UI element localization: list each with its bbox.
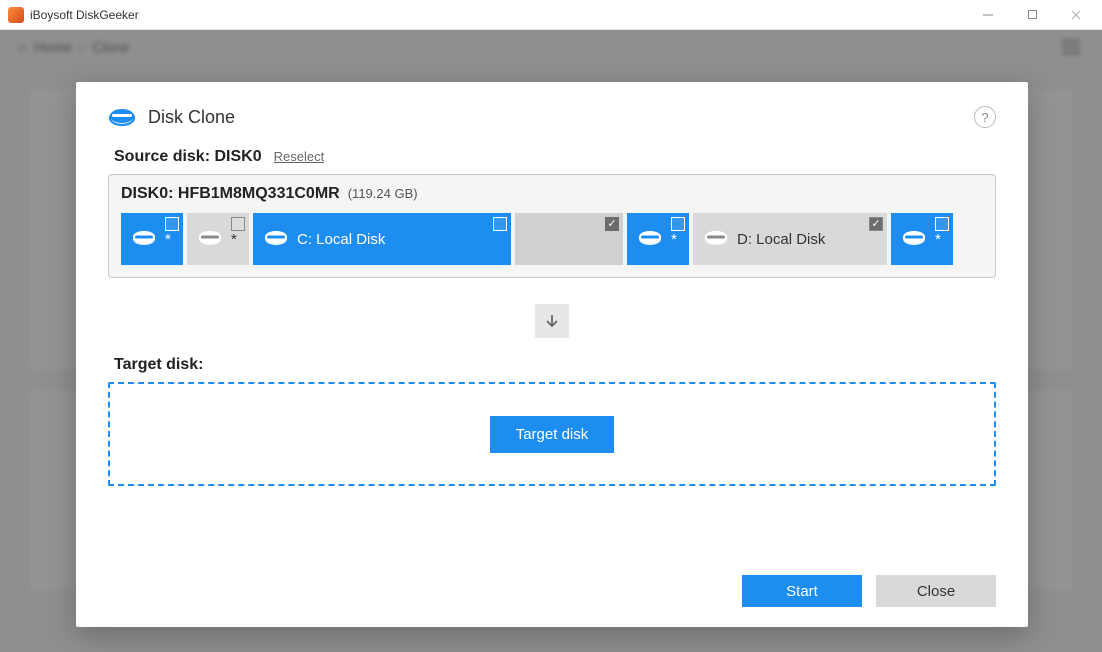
dialog-actions: Start Close [108,575,996,607]
help-button[interactable]: ? [974,106,996,128]
partition-checkbox[interactable] [231,217,245,231]
partition-label: *: [935,231,943,248]
drive-icon [637,227,663,251]
partition-label: *: [671,231,679,248]
partition-label: D: Local Disk [737,231,825,248]
partition-checkbox[interactable] [935,217,949,231]
arrow-down-icon [535,304,569,338]
titlebar-left: iBoysoft DiskGeeker [8,7,139,23]
target-disk-dropzone[interactable]: Target disk [108,382,996,486]
drive-icon [901,227,927,251]
minimize-button[interactable] [966,1,1010,29]
drive-icon [131,227,157,251]
partition-checkbox[interactable] [493,217,507,231]
disk-name: DISK0: HFB1M8MQ331C0MR [121,185,340,203]
source-disk-box: DISK0: HFB1M8MQ331C0MR (119.24 GB) *: *: C… [108,174,996,278]
partition-checkbox[interactable] [165,217,179,231]
window-controls [966,1,1098,29]
partition-5[interactable]: D: Local Disk [693,213,887,265]
partition-strip: *: *: C: Local Disk *: D: Local Disk *: [121,213,983,265]
partition-checkbox[interactable] [605,217,619,231]
partition-4[interactable]: *: [627,213,689,265]
drive-icon [703,227,729,251]
target-disk-button[interactable]: Target disk [490,416,615,453]
partition-3[interactable] [515,213,623,265]
partition-label: *: [165,231,173,248]
partition-6[interactable]: *: [891,213,953,265]
source-disk-row: Source disk: DISK0 Reselect [108,148,996,166]
partition-1[interactable]: *: [187,213,249,265]
titlebar: iBoysoft DiskGeeker [0,0,1102,30]
partition-checkbox[interactable] [671,217,685,231]
disk-name-row: DISK0: HFB1M8MQ331C0MR (119.24 GB) [121,185,983,203]
reselect-link[interactable]: Reselect [274,149,325,164]
source-disk-label: Source disk: DISK0 [114,148,262,166]
disk-clone-icon [108,106,136,128]
start-button[interactable]: Start [742,575,862,607]
partition-label: C: Local Disk [297,231,385,248]
close-window-button[interactable] [1054,1,1098,29]
dialog-title: Disk Clone [148,107,235,128]
partition-checkbox[interactable] [869,217,883,231]
app-logo-icon [8,7,24,23]
partition-2[interactable]: C: Local Disk [253,213,511,265]
partition-0[interactable]: *: [121,213,183,265]
drive-icon [197,227,223,251]
disk-size: (119.24 GB) [348,186,418,201]
partition-label: *: [231,231,239,248]
main-window-backdrop: ⌂ Home › Clone Disk Clone ? Source disk:… [0,30,1102,652]
dialog-header: Disk Clone ? [108,106,996,128]
drive-icon [263,227,289,251]
close-button[interactable]: Close [876,575,996,607]
target-disk-label: Target disk: [114,356,996,374]
window-title: iBoysoft DiskGeeker [30,8,139,22]
disk-clone-dialog: Disk Clone ? Source disk: DISK0 Reselect… [76,82,1028,627]
maximize-button[interactable] [1010,1,1054,29]
